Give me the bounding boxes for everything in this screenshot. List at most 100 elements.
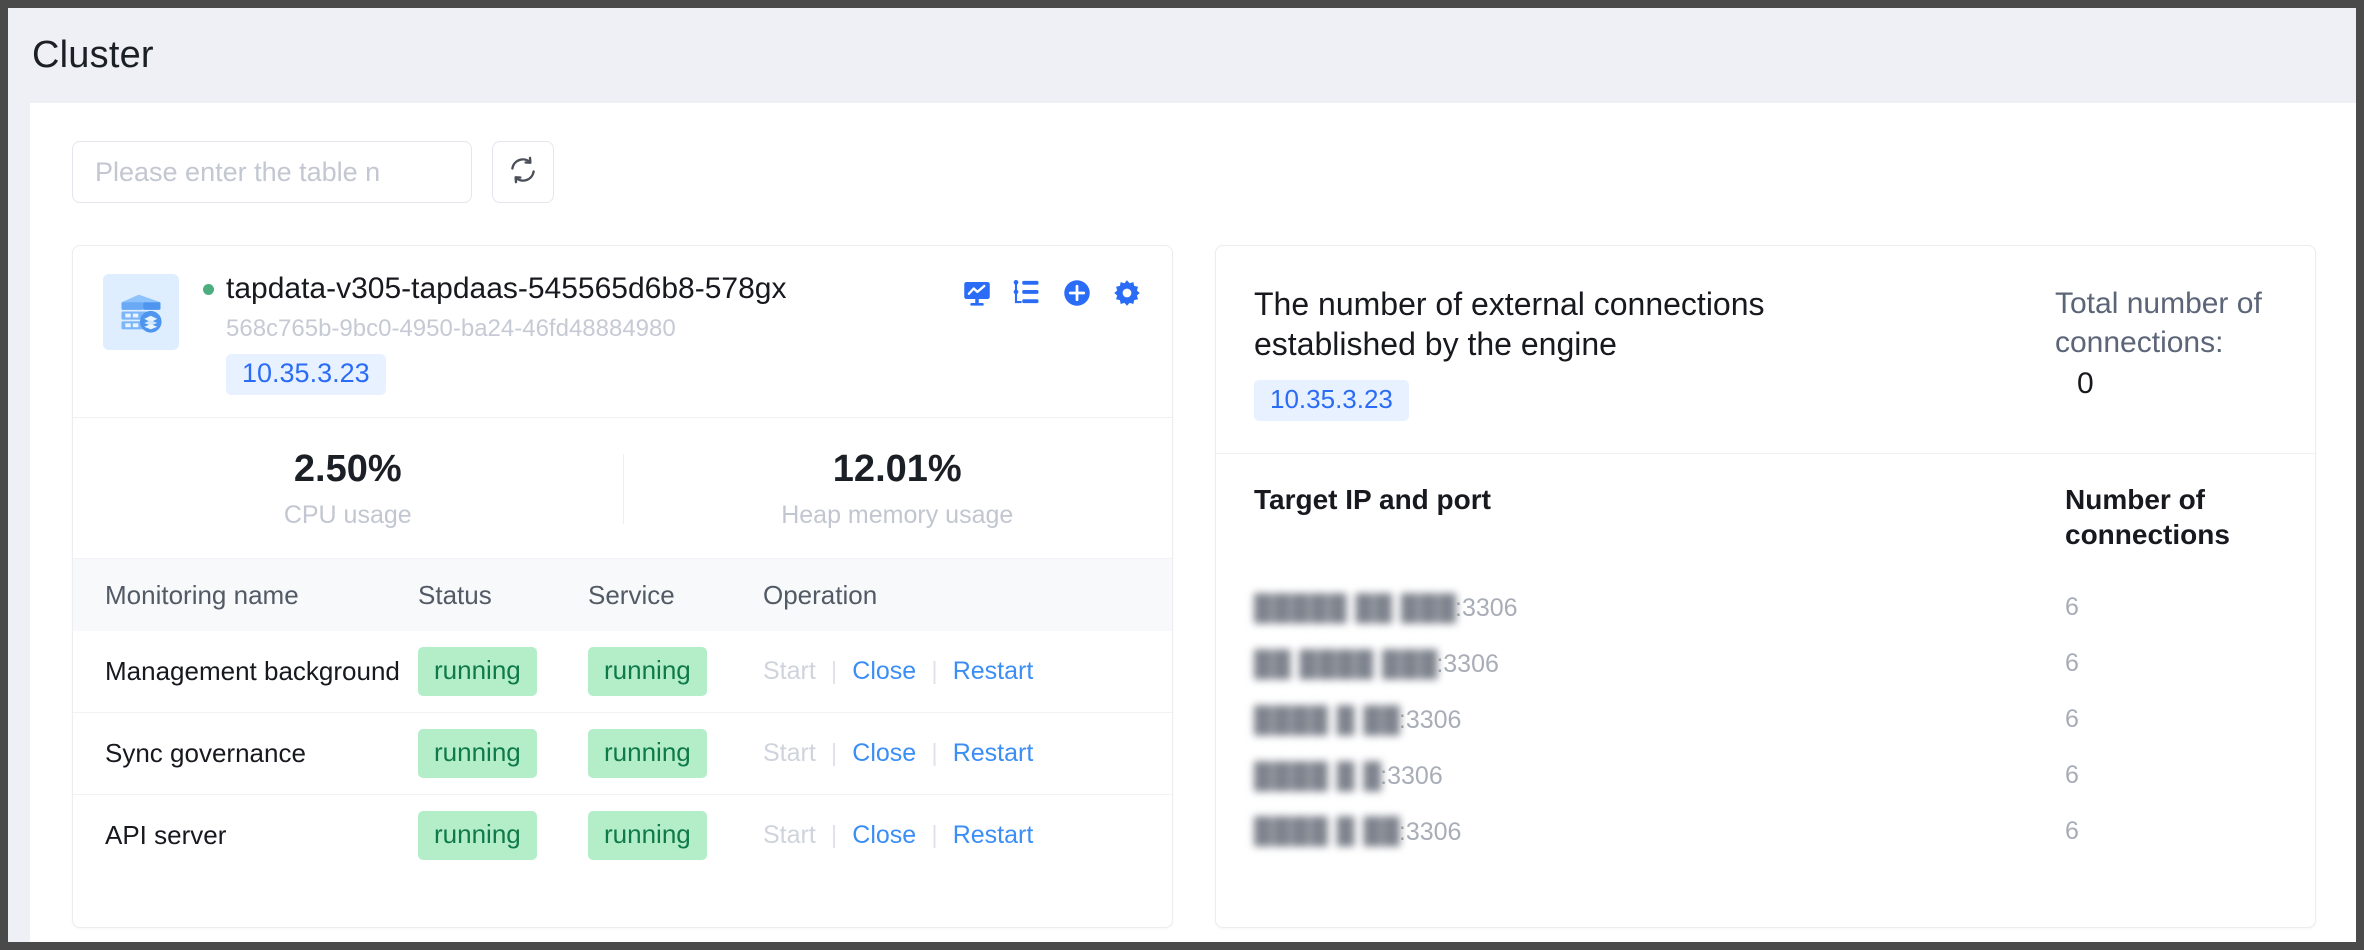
status-badge: running (588, 647, 707, 696)
masked-ip: █████ ██ ███ (1254, 594, 1457, 623)
connections-table-head: Target IP and port Number of connections (1216, 454, 2315, 580)
service-status: running (418, 713, 588, 795)
connection-target: ████ █ █:3306 (1216, 748, 2065, 804)
column-header-monitoring-name: Monitoring name (73, 559, 418, 631)
close-button[interactable]: Close (852, 657, 916, 686)
service-state: running (588, 713, 763, 795)
masked-ip: ████ █ ██ (1254, 706, 1401, 735)
service-name: Management background (73, 631, 418, 713)
task-list-icon[interactable] (1012, 278, 1042, 308)
node-name: tapdata-v305-tapdaas-545565d6b8-578gx (226, 272, 786, 306)
masked-ip: ████ █ █ (1254, 762, 1382, 791)
table-header-row: Monitoring name Status Service Operation (73, 559, 1172, 631)
service-status: running (418, 631, 588, 713)
service-state: running (588, 795, 763, 877)
gear-icon[interactable] (1112, 278, 1142, 308)
service-operations: Start | Close | Restart (763, 631, 1172, 713)
node-action-icons (962, 278, 1142, 308)
service-operations: Start | Close | Restart (763, 795, 1172, 877)
total-connections-label: Total number of connections: (2055, 287, 2262, 359)
stat-label: Heap memory usage (623, 501, 1173, 530)
connection-count: 6 (2065, 636, 2315, 692)
status-badge: running (418, 811, 537, 860)
node-status-dot (203, 284, 214, 295)
column-header-number-of-connections: Number of connections (2065, 454, 2315, 580)
connection-count: 6 (2065, 748, 2315, 804)
service-operations: Start | Close | Restart (763, 713, 1172, 795)
connection-target: █████ ██ ███:3306 (1216, 580, 2065, 636)
connection-target: ████ █ ██:3306 (1216, 692, 2065, 748)
column-header-service: Service (588, 559, 763, 631)
total-connections-value: 0 (2055, 364, 2285, 403)
window-titlebar: Cluster (8, 8, 2356, 103)
stat-cpu-usage: 2.50% CPU usage (73, 448, 623, 530)
table-row: API server running running Start | Close… (73, 795, 1172, 877)
connection-count: 6 (2065, 580, 2315, 636)
search-toolbar (72, 141, 2316, 203)
op-separator: | (831, 657, 838, 686)
node-uuid: 568c765b-9bc0-4950-ba24-46fd48884980 (226, 315, 1142, 343)
close-button[interactable]: Close (852, 739, 916, 768)
op-separator: | (931, 739, 938, 768)
stat-value: 2.50% (73, 448, 623, 491)
restart-button[interactable]: Restart (953, 739, 1034, 768)
port: :3306 (1436, 650, 1499, 678)
total-connections: Total number of connections: 0 (2055, 284, 2285, 403)
main-content: tapdata-v305-tapdaas-545565d6b8-578gx 56… (8, 103, 2356, 942)
connection-target: ██ ████ ███:3306 (1216, 636, 2065, 692)
stat-value: 12.01% (623, 448, 1173, 491)
table-row: Management background running running St… (73, 631, 1172, 713)
table-row: ████ █ ██:3306 6 (1216, 692, 2315, 748)
restart-button[interactable]: Restart (953, 821, 1034, 850)
restart-button[interactable]: Restart (953, 657, 1034, 686)
search-input[interactable] (72, 141, 472, 203)
plus-circle-icon[interactable] (1062, 278, 1092, 308)
op-separator: | (831, 821, 838, 850)
connection-count: 6 (2065, 692, 2315, 748)
node-stats: 2.50% CPU usage 12.01% Heap memory usage (73, 418, 1172, 559)
connection-target: ████ █ ██:3306 (1216, 804, 2065, 860)
refresh-button[interactable] (492, 141, 554, 203)
table-row: Sync governance running running Start | … (73, 713, 1172, 795)
stat-heap-memory-usage: 12.01% Heap memory usage (623, 448, 1173, 530)
close-button[interactable]: Close (852, 821, 916, 850)
column-header-target-ip-and-port: Target IP and port (1216, 454, 2065, 580)
service-name: API server (73, 795, 418, 877)
port: :3306 (1399, 817, 1462, 845)
start-button: Start (763, 657, 816, 686)
op-separator: | (931, 657, 938, 686)
monitor-chart-icon[interactable] (962, 278, 992, 308)
column-header-status: Status (418, 559, 588, 631)
node-header: tapdata-v305-tapdaas-545565d6b8-578gx 56… (73, 246, 1172, 418)
table-row: ████ █ █:3306 6 (1216, 748, 2315, 804)
port: :3306 (1399, 706, 1462, 734)
panels-container: tapdata-v305-tapdaas-545565d6b8-578gx 56… (72, 245, 2316, 928)
cluster-node-card: tapdata-v305-tapdaas-545565d6b8-578gx 56… (72, 245, 1173, 928)
op-separator: | (931, 821, 938, 850)
table-row: ████ █ ██:3306 6 (1216, 804, 2315, 860)
status-badge: running (588, 811, 707, 860)
stat-label: CPU usage (73, 501, 623, 530)
connections-header: The number of external connections estab… (1216, 246, 2315, 454)
start-button: Start (763, 821, 816, 850)
server-stack-icon (103, 274, 179, 350)
connections-table: Target IP and port Number of connections… (1216, 454, 2315, 859)
service-state: running (588, 631, 763, 713)
masked-ip: ██ ████ ███ (1254, 650, 1438, 679)
connections-title: The number of external connections estab… (1254, 284, 1894, 364)
masked-ip: ████ █ ██ (1254, 817, 1401, 846)
external-connections-card: The number of external connections estab… (1215, 245, 2316, 928)
connections-ip-tag: 10.35.3.23 (1254, 380, 1409, 421)
status-badge: running (418, 729, 537, 778)
port: :3306 (1455, 594, 1518, 622)
service-table: Monitoring name Status Service Operation… (73, 559, 1172, 876)
op-separator: | (831, 739, 838, 768)
page-title: Cluster (32, 34, 154, 77)
start-button: Start (763, 739, 816, 768)
port: :3306 (1380, 762, 1443, 790)
connections-table-body: █████ ██ ███:3306 6 ██ ████ ███:3306 6 █… (1216, 580, 2315, 859)
node-ip-tag: 10.35.3.23 (226, 354, 386, 395)
service-name: Sync governance (73, 713, 418, 795)
service-table-body: Management background running running St… (73, 631, 1172, 876)
status-badge: running (418, 647, 537, 696)
